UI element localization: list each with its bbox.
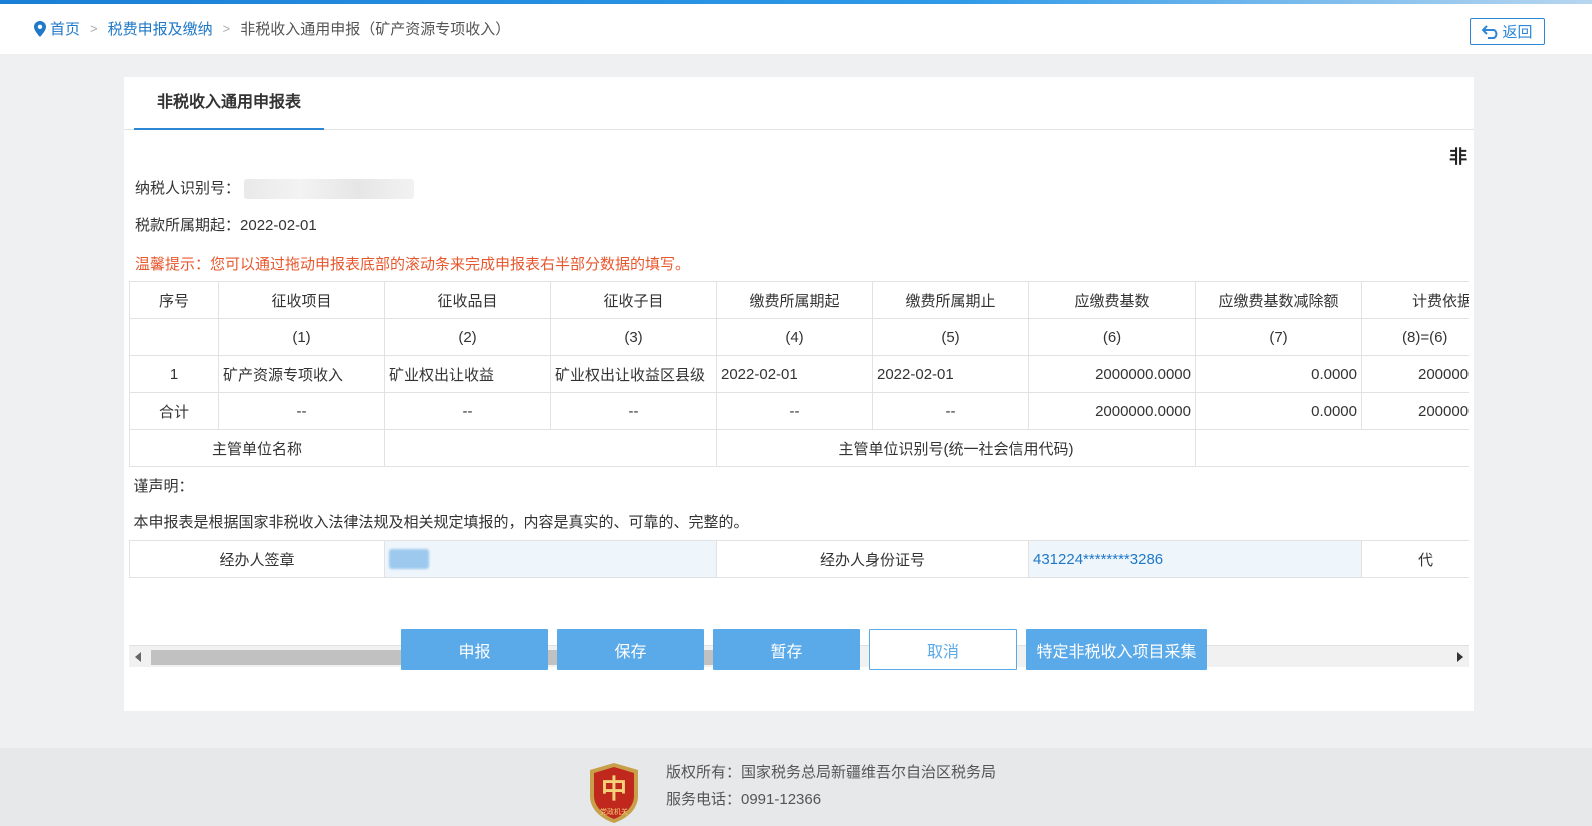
declaration-title-row: 谨声明： [130,467,1470,504]
declaration-text-row: 本申报表是根据国家非税收入法律法规及相关规定填报的，内容是真实的、可靠的、完整的… [130,504,1470,541]
back-button[interactable]: 返回 [1470,18,1545,45]
code-cell: (8)=(6) [1361,318,1469,356]
breadcrumb-tax-link[interactable]: 税费申报及缴纳 [108,18,213,39]
header-base: 应缴费基数 [1028,281,1196,319]
code-cell: (4) [716,318,873,356]
agent-id-label: 经办人身份证号 [716,540,1029,578]
row-period-end[interactable]: 2022-02-01 [872,355,1029,393]
emblem-text: 党政机关 [600,807,628,816]
total-cell: -- [384,392,551,430]
declaration-table: 序号 征收项目 征收品目 征收子目 缴费所属期起 缴费所属期止 应缴费基数 应缴… [129,281,1469,578]
taxpayer-id-redacted [244,179,415,200]
scroll-left-icon[interactable] [135,652,141,662]
agent-sign-redacted [389,549,429,569]
warm-tip: 温馨提示：您可以通过拖动申报表底部的滚动条来完成申报表右半部分数据的填写。 [135,256,691,273]
row-seq: 1 [129,355,219,393]
code-cell: (1) [218,318,385,356]
code-row: (1) (2) (3) (4) (5) (6) (7) (8)=(6) [129,318,1469,356]
header-item: 征收品目 [384,281,551,319]
form-title-partial: 非 [1449,147,1467,167]
tab-bar: 非税收入通用申报表 [124,77,1474,130]
cancel-button[interactable]: 取消 [869,629,1017,670]
breadcrumb-separator: > [222,21,231,36]
authority-row: 主管单位名称 主管单位识别号(统一社会信用代码) [129,429,1469,467]
save-button[interactable]: 保存 [557,629,704,670]
header-seq: 序号 [129,281,219,319]
breadcrumb-current: 非税收入通用申报（矿产资源专项收入） [240,21,511,38]
total-cell: -- [550,392,717,430]
scroll-right-icon[interactable] [1457,652,1463,662]
code-cell: (2) [384,318,551,356]
authority-name-label: 主管单位名称 [129,429,385,467]
temp-save-button[interactable]: 暂存 [713,629,860,670]
code-cell: (7) [1195,318,1362,356]
total-basis: 2000000 [1361,392,1469,430]
breadcrumb: 首页 > 税费申报及缴纳 > 非税收入通用申报（矿产资源专项收入） [34,18,510,39]
code-cell: (5) [872,318,1029,356]
agent-row: 经办人签章 经办人身份证号 431224********3286 代 [129,540,1469,578]
footer-phone: 服务电话：0991-12366 [666,791,822,808]
header-basis: 计费依据 [1361,281,1469,319]
party-emblem-icon: 中 党政机关 [590,763,638,823]
location-pin-icon [34,20,46,37]
submit-button[interactable]: 申报 [401,629,548,670]
row-item: 矿业权出让收益 [384,355,551,393]
code-cell [129,318,219,356]
header-row: 序号 征收项目 征收品目 征收子目 缴费所属期起 缴费所属期止 应缴费基数 应缴… [129,281,1469,319]
taxpayer-id-row: 纳税人识别号： [135,177,415,200]
row-period-start[interactable]: 2022-02-01 [716,355,873,393]
taxpayer-id-label: 纳税人识别号： [135,180,241,197]
agent-partial: 代 [1361,540,1469,578]
authority-id-label: 主管单位识别号(统一社会信用代码) [716,429,1196,467]
breadcrumb-separator: > [90,21,98,36]
agent-sign-field[interactable] [384,540,717,578]
code-cell: (6) [1028,318,1196,356]
declaration-text: 本申报表是根据国家非税收入法律法规及相关规定填报的，内容是真实的、可靠的、完整的… [133,514,749,532]
tab-declaration-form[interactable]: 非税收入通用申报表 [134,77,324,130]
agent-id-field[interactable]: 431224********3286 [1028,540,1362,578]
total-cell: -- [872,392,1029,430]
total-label: 合计 [129,392,219,430]
agent-sign-label: 经办人签章 [129,540,385,578]
total-cell: -- [716,392,873,430]
row-subitem: 矿业权出让收益区县级 [550,355,717,393]
period-start-value: 2022-02-01 [240,217,317,234]
header-project: 征收项目 [218,281,385,319]
header-subitem: 征收子目 [550,281,717,319]
total-base: 2000000.0000 [1028,392,1196,430]
header-period-start: 缴费所属期起 [716,281,873,319]
footer: 中 党政机关 版权所有：国家税务总局新疆维吾尔自治区税务局 服务电话：0991-… [0,748,1592,826]
row-project: 矿产资源专项收入 [218,355,385,393]
header-period-end: 缴费所属期止 [872,281,1029,319]
breadcrumb-bar: 首页 > 税费申报及缴纳 > 非税收入通用申报（矿产资源专项收入） 返回 [0,4,1592,54]
row-deduction[interactable]: 0.0000 [1195,355,1362,393]
back-button-label: 返回 [1502,24,1533,41]
authority-id-field[interactable] [1195,429,1469,467]
period-start-label: 税款所属期起： [135,217,241,234]
row-base[interactable]: 2000000.0000 [1028,355,1196,393]
special-collect-button[interactable]: 特定非税收入项目采集 [1026,629,1207,670]
authority-name-field[interactable] [384,429,717,467]
declaration-table-viewport: 序号 征收项目 征收品目 征收子目 缴费所属期起 缴费所属期止 应缴费基数 应缴… [129,281,1469,603]
declaration-title: 谨声明： [133,477,194,495]
table-row: 1 矿产资源专项收入 矿业权出让收益 矿业权出让收益区县级 2022-02-01… [129,355,1469,393]
total-cell: -- [218,392,385,430]
breadcrumb-home-link[interactable]: 首页 [50,18,80,39]
code-cell: (3) [550,318,717,356]
svg-text:中: 中 [601,775,627,805]
form-card: 非税收入通用申报表 非 纳税人识别号： 税款所属期起：2022-02-01 温馨… [124,77,1474,711]
header-deduction: 应缴费基数减除额 [1195,281,1362,319]
return-arrow-icon [1482,24,1498,39]
period-start-row: 税款所属期起：2022-02-01 [135,214,317,235]
total-row: 合计 -- -- -- -- -- 2000000.0000 0.0000 20… [129,392,1469,430]
footer-copyright: 版权所有：国家税务总局新疆维吾尔自治区税务局 [666,764,997,781]
total-deduction: 0.0000 [1195,392,1362,430]
row-basis: 2000000 [1361,355,1469,393]
